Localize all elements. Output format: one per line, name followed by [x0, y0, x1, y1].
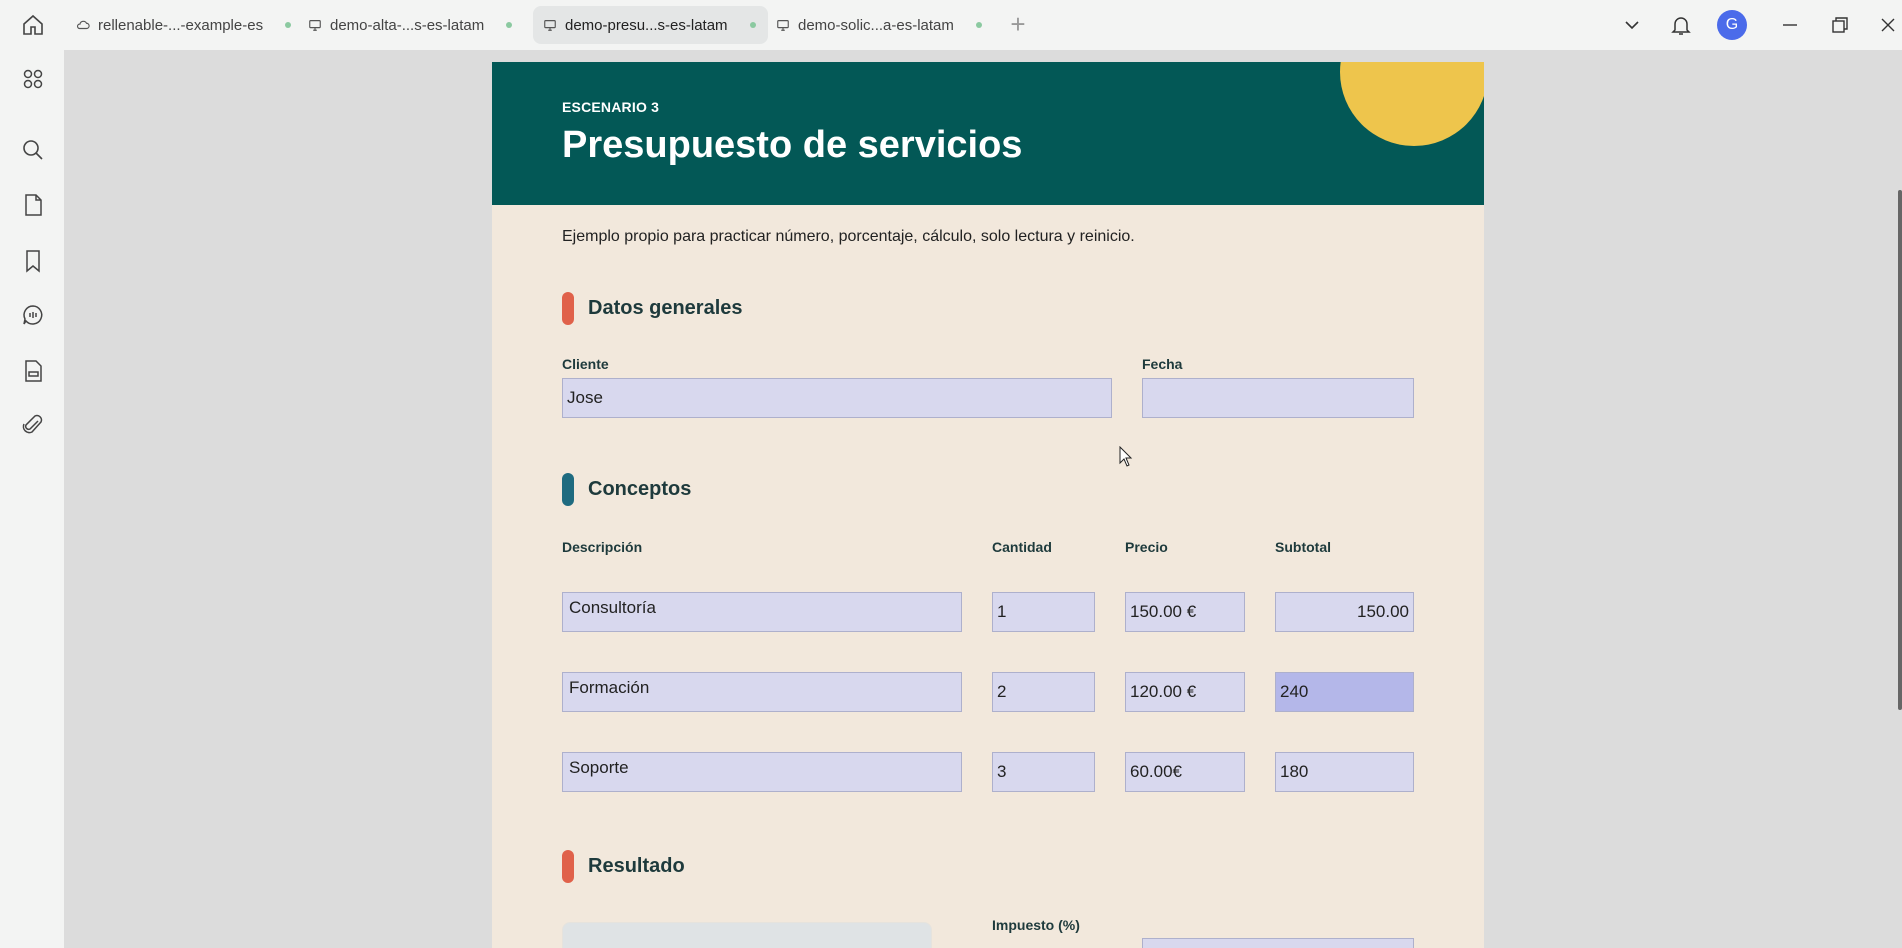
comment-icon	[23, 305, 43, 325]
restore-icon	[1832, 17, 1848, 33]
quantity-field[interactable]: 2	[992, 672, 1095, 712]
section-title: Datos generales	[588, 297, 743, 319]
quantity-header: Cantidad	[992, 539, 1052, 555]
price-header: Precio	[1125, 539, 1168, 555]
home-icon	[23, 14, 43, 35]
monitor-icon	[776, 18, 790, 32]
close-icon	[1881, 18, 1895, 32]
user-avatar-button[interactable]: G	[1717, 10, 1747, 40]
section-general: Datos generales	[562, 292, 743, 325]
document-page: ESCENARIO 3 Presupuesto de servicios Eje…	[492, 62, 1484, 948]
page-title: Presupuesto de servicios	[562, 124, 1023, 166]
price-field[interactable]: 60.00€	[1125, 752, 1245, 792]
tab-label: demo-presu...s-es-latam	[565, 16, 728, 34]
sidebar-search-button[interactable]	[18, 135, 48, 165]
description-header: Descripción	[562, 539, 643, 555]
new-tab-button[interactable]: +	[1005, 11, 1031, 38]
avatar: G	[1717, 10, 1747, 40]
quantity-field[interactable]: 1	[992, 592, 1095, 632]
tab-status-dot	[285, 22, 292, 28]
minimize-button[interactable]	[1778, 10, 1802, 40]
tab-status-dot	[749, 22, 756, 28]
quantity-field[interactable]: 3	[992, 752, 1095, 792]
description-field[interactable]: Consultoría	[562, 592, 962, 632]
price-field[interactable]: 120.00 €	[1125, 672, 1245, 712]
chevron-down-icon	[1625, 21, 1639, 30]
decorative-circle	[1340, 62, 1484, 146]
form-icon	[25, 360, 42, 382]
tab-rellenable[interactable]: rellenable-...-example-es	[66, 6, 303, 44]
tab-status-dot	[975, 22, 982, 28]
monitor-icon	[543, 18, 557, 32]
sidebar-attachments-button[interactable]	[18, 410, 48, 440]
monitor-icon	[308, 18, 322, 32]
tab-demo-alta[interactable]: demo-alta-...s-es-latam	[298, 6, 524, 44]
notifications-button[interactable]	[1668, 10, 1694, 40]
total-panel	[562, 922, 932, 948]
section-concepts: Conceptos	[562, 473, 691, 506]
subtotal-field[interactable]: 150.00	[1275, 592, 1414, 632]
client-label: Cliente	[562, 356, 609, 372]
page-icon	[25, 194, 42, 216]
section-result: Resultado	[562, 850, 685, 883]
tax-label: Impuesto (%)	[992, 917, 1080, 933]
sidebar-bookmarks-button[interactable]	[18, 246, 48, 276]
sidebar	[0, 50, 64, 948]
description-field[interactable]: Formación	[562, 672, 962, 712]
grid-icon	[23, 69, 43, 89]
subtotal-field[interactable]: 240	[1275, 672, 1414, 712]
tab-label: demo-solic...a-es-latam	[798, 16, 954, 34]
home-button[interactable]	[18, 12, 48, 38]
section-marker	[562, 850, 574, 883]
date-label: Fecha	[1142, 356, 1183, 372]
tab-label: demo-alta-...s-es-latam	[330, 16, 485, 34]
bookmark-icon	[26, 250, 40, 273]
section-marker	[562, 292, 574, 325]
client-field[interactable]: Jose	[562, 378, 1112, 418]
tab-label: rellenable-...-example-es	[98, 16, 264, 34]
scenario-label: ESCENARIO 3	[562, 99, 660, 115]
tab-demo-presupuesto[interactable]: demo-presu...s-es-latam	[533, 6, 768, 44]
paperclip-icon	[22, 414, 43, 434]
bell-icon	[1671, 17, 1691, 35]
cloud-icon	[76, 18, 90, 32]
sidebar-forms-button[interactable]	[18, 356, 48, 386]
tab-demo-solicitud[interactable]: demo-solic...a-es-latam	[766, 6, 994, 44]
search-icon	[23, 140, 43, 160]
close-button[interactable]	[1876, 10, 1900, 40]
tab-status-dot	[506, 22, 513, 28]
description-field[interactable]: Soporte	[562, 752, 962, 792]
section-title: Conceptos	[588, 478, 692, 500]
mouse-cursor-icon	[1119, 446, 1133, 467]
sidebar-pages-button[interactable]	[18, 190, 48, 220]
page-subtitle: Ejemplo propio para practicar número, po…	[562, 228, 1135, 245]
price-field[interactable]: 150.00 €	[1125, 592, 1245, 632]
subtotal-field[interactable]: 180	[1275, 752, 1414, 792]
page-header: ESCENARIO 3 Presupuesto de servicios	[492, 62, 1484, 205]
section-marker	[562, 473, 574, 506]
subtotal-header: Subtotal	[1275, 539, 1331, 555]
vertical-scrollbar[interactable]	[1898, 190, 1902, 710]
sidebar-apps-button[interactable]	[18, 64, 48, 94]
sidebar-comments-button[interactable]	[18, 300, 48, 330]
minimize-icon	[1783, 24, 1797, 26]
tax-field[interactable]	[1142, 938, 1414, 948]
restore-button[interactable]	[1828, 10, 1852, 40]
tab-bar: rellenable-...-example-es demo-alta-...s…	[0, 0, 1902, 50]
section-title: Resultado	[588, 855, 685, 877]
tab-list-button[interactable]	[1620, 10, 1644, 40]
date-field[interactable]	[1142, 378, 1414, 418]
